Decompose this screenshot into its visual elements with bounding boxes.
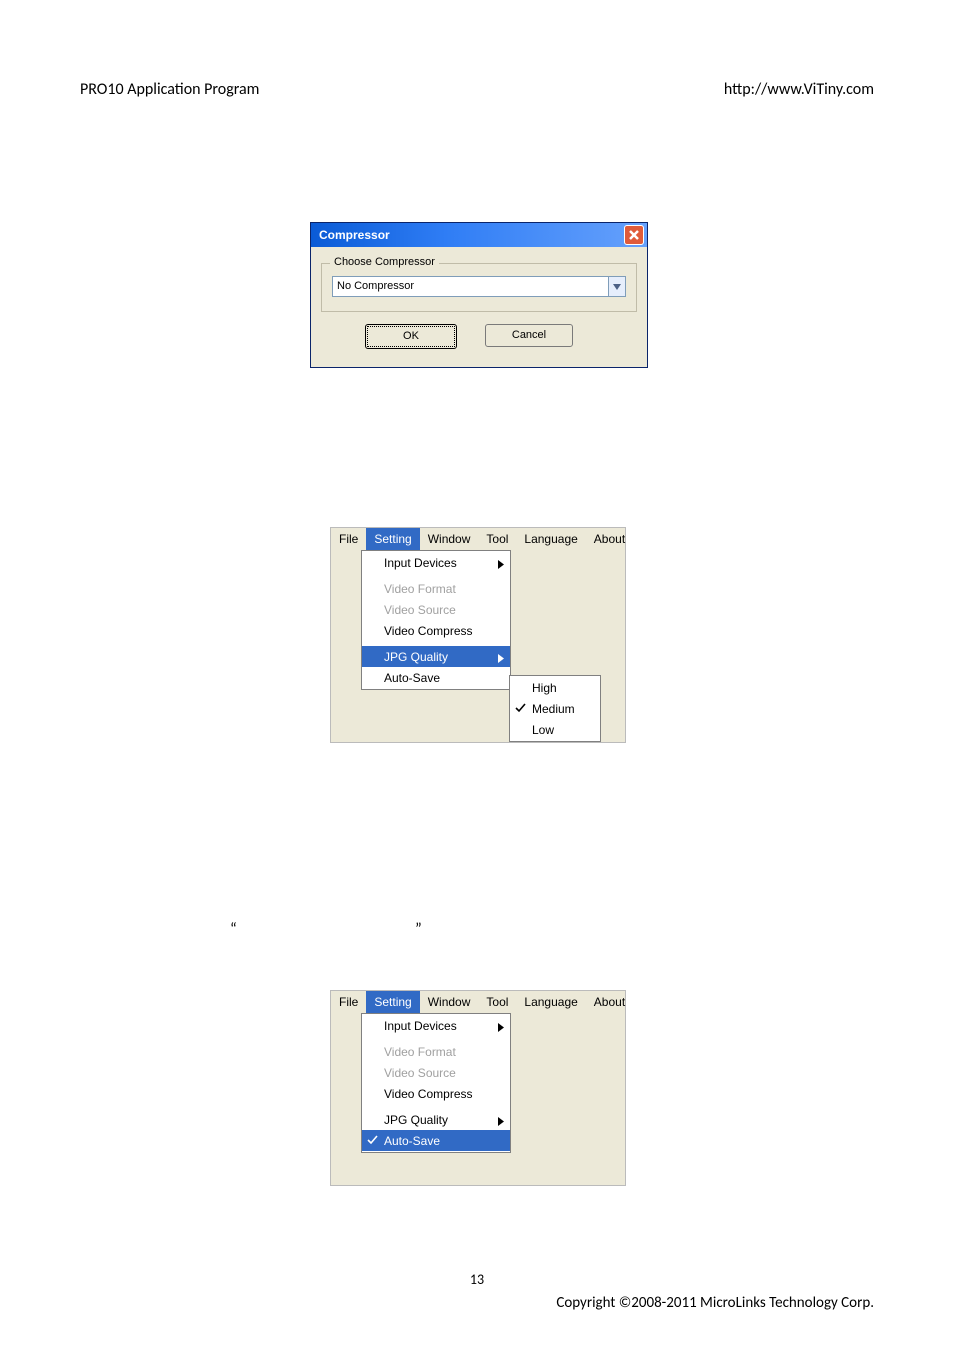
menu-input-devices[interactable]: Input Devices: [362, 1015, 510, 1036]
chevron-down-icon: [613, 284, 621, 290]
setting-dropdown: Input Devices Video Format Video Source …: [361, 1013, 511, 1153]
menu-jpg-quality[interactable]: JPG Quality: [362, 646, 510, 667]
menu-separator: [363, 643, 509, 644]
menu-video-format: Video Format: [362, 578, 510, 599]
menu-setting[interactable]: Setting: [366, 991, 419, 1013]
menu-video-compress[interactable]: Video Compress: [362, 1083, 510, 1104]
close-button[interactable]: [624, 225, 644, 245]
menu-auto-save[interactable]: Auto-Save: [362, 1130, 510, 1151]
menu-file[interactable]: File: [331, 991, 366, 1013]
footer-copyright: Copyright ©2008-2011 MicroLinks Technolo…: [556, 1294, 874, 1312]
dialog-title: Compressor: [319, 228, 624, 242]
cancel-button[interactable]: Cancel: [485, 324, 573, 347]
jpg-quality-submenu: High Medium Low: [509, 675, 601, 742]
menu-language[interactable]: Language: [516, 528, 585, 550]
menu-video-source: Video Source: [362, 1062, 510, 1083]
setting-dropdown: Input Devices Video Format Video Source …: [361, 550, 511, 690]
menu-input-devices[interactable]: Input Devices: [362, 552, 510, 573]
submenu-low[interactable]: Low: [510, 719, 600, 740]
menu-language[interactable]: Language: [516, 991, 585, 1013]
header-left: PRO10 Application Program: [80, 80, 259, 99]
menu-tool[interactable]: Tool: [478, 991, 516, 1013]
menubar: File Setting Window Tool Language About: [331, 528, 625, 550]
compressor-combo[interactable]: No Compressor: [332, 276, 626, 297]
menu-screenshot-1: File Setting Window Tool Language About …: [330, 527, 626, 743]
menu-screenshot-2: File Setting Window Tool Language About …: [330, 990, 626, 1186]
submenu-high[interactable]: High: [510, 677, 600, 698]
menu-tool[interactable]: Tool: [478, 528, 516, 550]
menu-auto-save[interactable]: Auto-Save: [362, 667, 510, 688]
page-number: 13: [470, 1271, 484, 1288]
menubar: File Setting Window Tool Language About: [331, 991, 625, 1013]
menu-jpg-quality[interactable]: JPG Quality: [362, 1109, 510, 1130]
menu-separator: [363, 1038, 509, 1039]
choose-compressor-group: Choose Compressor No Compressor: [321, 263, 637, 312]
ok-button[interactable]: OK: [365, 324, 457, 349]
menu-setting[interactable]: Setting: [366, 528, 419, 550]
compressor-dialog: Compressor Choose Compressor No Compress…: [310, 222, 648, 368]
check-icon: [367, 1135, 378, 1149]
submenu-arrow-icon: [498, 652, 504, 666]
menu-video-compress[interactable]: Video Compress: [362, 620, 510, 641]
submenu-arrow-icon: [498, 558, 504, 572]
combo-value: No Compressor: [332, 276, 608, 297]
open-quote: “: [230, 920, 237, 939]
menu-file[interactable]: File: [331, 528, 366, 550]
submenu-arrow-icon: [498, 1115, 504, 1129]
menu-about[interactable]: About: [586, 528, 633, 550]
group-label: Choose Compressor: [330, 256, 439, 268]
check-icon: [515, 703, 526, 717]
menu-video-format: Video Format: [362, 1041, 510, 1062]
combo-dropdown-button[interactable]: [608, 276, 626, 297]
menu-window[interactable]: Window: [420, 991, 479, 1013]
dialog-titlebar: Compressor: [311, 223, 647, 247]
submenu-arrow-icon: [498, 1021, 504, 1035]
submenu-medium[interactable]: Medium: [510, 698, 600, 719]
menu-about[interactable]: About: [586, 991, 633, 1013]
menu-separator: [363, 1106, 509, 1107]
menu-window[interactable]: Window: [420, 528, 479, 550]
close-quote: ”: [415, 920, 422, 939]
menu-separator: [363, 575, 509, 576]
header-right: http://www.ViTiny.com: [724, 80, 874, 99]
menu-video-source: Video Source: [362, 599, 510, 620]
close-icon: [628, 229, 640, 241]
